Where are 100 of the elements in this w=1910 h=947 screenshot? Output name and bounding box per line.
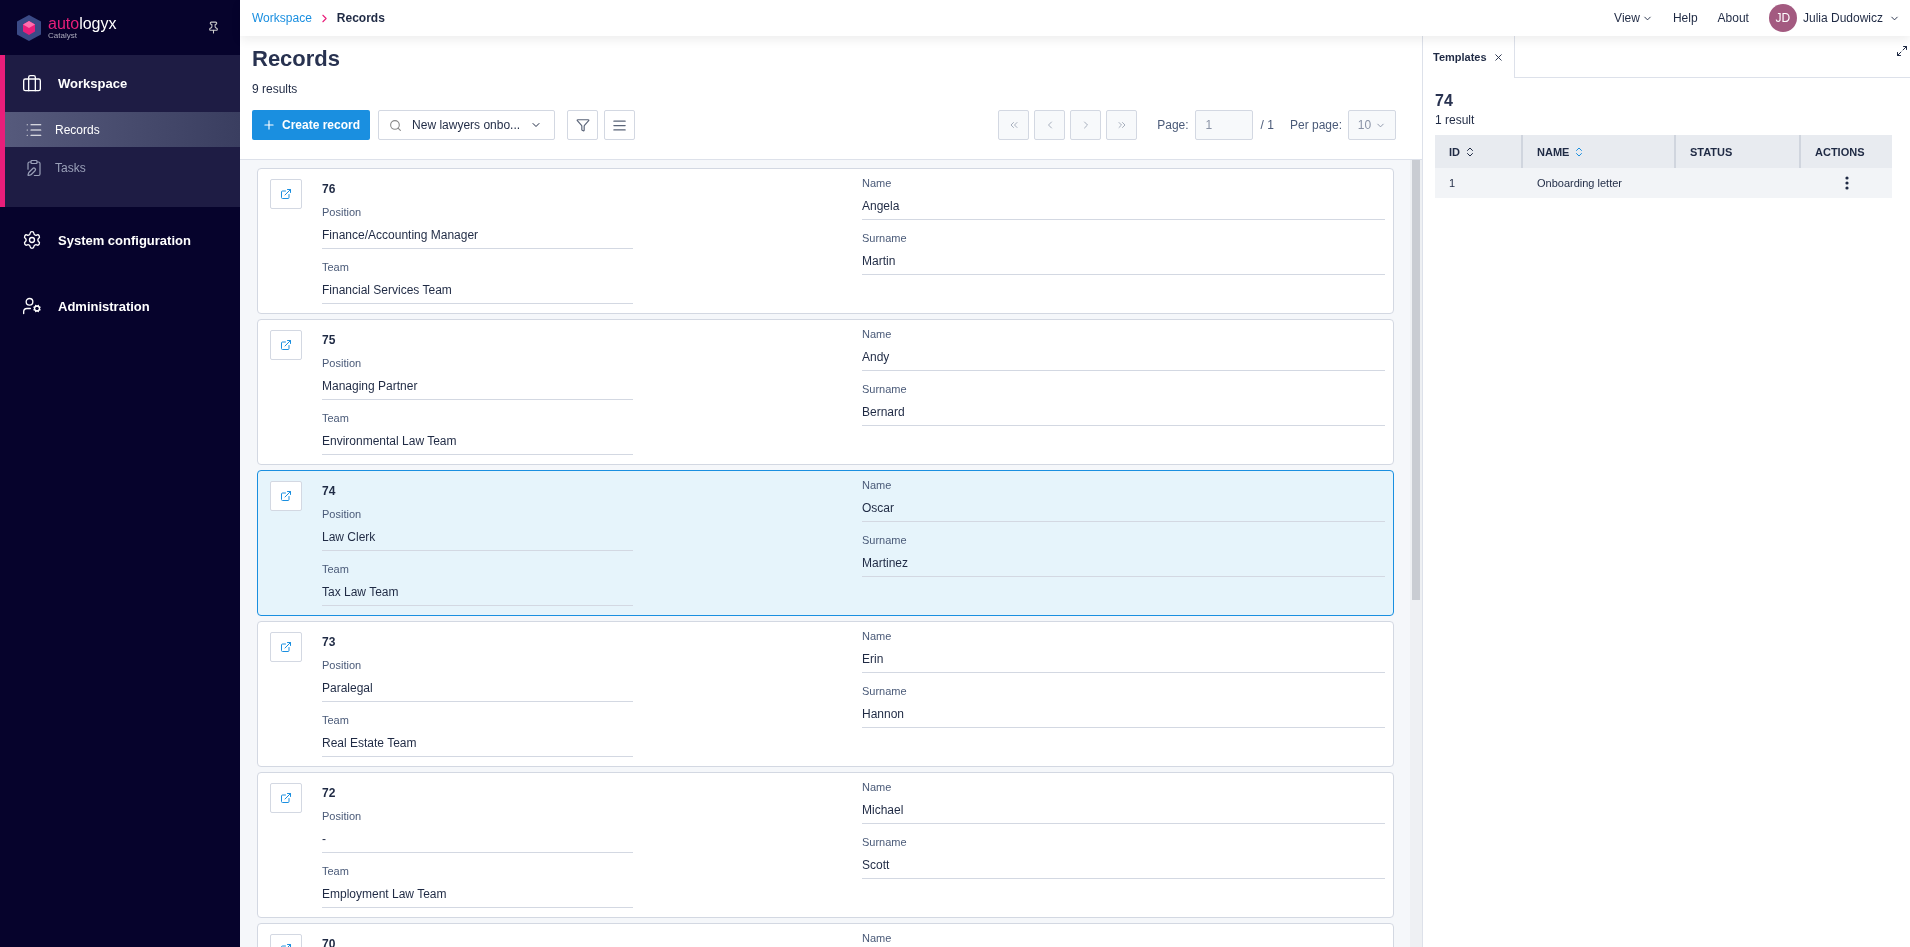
field-label: Position (322, 206, 363, 218)
open-record-button[interactable] (270, 179, 302, 209)
field-value: Tax Law Team (322, 585, 633, 606)
field-label: Surname (862, 836, 908, 848)
field-value: Andy (862, 350, 1385, 371)
nav-item[interactable]: Administration (5, 273, 240, 339)
field-label: Position (322, 357, 363, 369)
filter-button[interactable] (567, 110, 599, 140)
kebab-icon (1844, 176, 1849, 190)
open-record-button[interactable] (270, 481, 302, 511)
record-card[interactable]: 72 Position - Team Employment Law Team Name Michael Surname Scott (257, 772, 1394, 918)
field-label: Surname (862, 232, 908, 244)
logo-cube-icon (16, 13, 42, 42)
record-id: 76 (322, 182, 337, 196)
field-label: Team (322, 865, 350, 877)
sort-icon[interactable] (1464, 145, 1476, 158)
record-card[interactable]: 73 Position Paralegal Team Real Estate Team Name Erin Surname Hannon (257, 621, 1394, 767)
menu-item[interactable]: Help (1672, 11, 1698, 25)
field-value: Angela (862, 199, 1385, 220)
column-header[interactable]: ID (1435, 135, 1523, 168)
field-value: Financial Services Team (322, 283, 633, 304)
search-icon (389, 118, 403, 132)
open-record-button[interactable] (270, 783, 302, 813)
nav-item[interactable]: Workspace (5, 55, 240, 112)
field-label: Team (322, 412, 350, 424)
nav-icon (22, 73, 42, 94)
logo: autologyx Catalyst (48, 15, 117, 40)
field-value: Erin (862, 652, 1385, 673)
scrollbar[interactable] (1410, 160, 1422, 947)
menu-item[interactable]: View (1614, 11, 1653, 25)
menu-item[interactable]: About (1717, 11, 1749, 25)
record-id: 72 (322, 786, 337, 800)
field-value: Real Estate Team (322, 736, 633, 757)
pin-icon[interactable] (207, 21, 220, 34)
field-label: Name (862, 177, 893, 189)
external-link-icon (280, 792, 292, 804)
record-card[interactable]: 76 Position Finance/Accounting Manager Team Financial Services Team Name Angela Surname Martin (257, 168, 1394, 314)
breadcrumb-link[interactable]: Workspace (252, 11, 312, 25)
avatar: JD (1768, 4, 1797, 32)
chevron-icon (1115, 119, 1128, 131)
field-label: Team (322, 714, 350, 726)
plus-icon (262, 118, 276, 132)
funnel-icon (575, 118, 590, 132)
user-menu[interactable]: JD Julia Dudowicz (1768, 4, 1900, 32)
field-value: Martin (862, 254, 1385, 275)
per-page-label: Per page: (1289, 118, 1342, 132)
field-label: Name (862, 781, 893, 793)
result-count: 9 results (252, 82, 299, 96)
field-label: Team (322, 563, 350, 575)
external-link-icon (280, 641, 292, 653)
panel-title: 74 (1435, 92, 1454, 110)
field-value: Environmental Law Team (322, 434, 633, 455)
field-label: Position (322, 810, 363, 822)
field-value: Michael (862, 803, 1385, 824)
field-value: Bernard (862, 405, 1385, 426)
page-total: / 1 (1260, 118, 1274, 132)
field-value: Law Clerk (322, 530, 633, 551)
field-value: Oscar (862, 501, 1385, 522)
page-label: Page: (1157, 118, 1189, 132)
field-value: Employment Law Team (322, 887, 633, 908)
panel-count: 1 result (1435, 113, 1476, 127)
field-label: Name (862, 328, 893, 340)
field-value: Hannon (862, 707, 1385, 728)
list-view-button[interactable] (604, 110, 636, 140)
page-title: Records (252, 46, 342, 72)
record-card[interactable]: 75 Position Managing Partner Team Environmental Law Team Name Andy Surname Bernard (257, 319, 1394, 465)
field-label: Name (862, 479, 893, 491)
nav-icon (22, 296, 42, 316)
field-value: - (322, 832, 633, 853)
field-label: Name (862, 932, 893, 944)
field-label: Position (322, 659, 363, 671)
expand-icon[interactable] (1896, 45, 1908, 57)
breadcrumb-current: Records (336, 11, 385, 25)
open-record-button[interactable] (270, 632, 302, 662)
external-link-icon (280, 188, 292, 200)
record-id: 73 (322, 635, 337, 649)
close-icon[interactable] (1492, 51, 1504, 63)
field-value: Managing Partner (322, 379, 633, 400)
nav-subitem[interactable]: Tasks (5, 147, 240, 189)
lines-icon (612, 117, 628, 133)
nav-subitem[interactable]: Records (5, 112, 240, 147)
field-value: Martinez (862, 556, 1385, 577)
record-card[interactable]: 74 Position Law Clerk Team Tax Law Team Name Oscar Surname Martinez (257, 470, 1394, 616)
nav-item[interactable]: System configuration (5, 207, 240, 273)
nav-icon (22, 230, 42, 250)
field-label: Position (322, 508, 363, 520)
external-link-icon (280, 339, 292, 351)
panel-tab[interactable]: Templates (1423, 36, 1515, 78)
record-id: 74 (322, 484, 337, 498)
field-label: Team (322, 261, 350, 273)
more-actions-button[interactable] (1844, 176, 1849, 190)
column-header[interactable]: NAME (1523, 135, 1676, 168)
field-label: Surname (862, 383, 908, 395)
view-select[interactable]: New lawyers onbo... (378, 110, 556, 140)
record-id: 75 (322, 333, 337, 347)
open-record-button[interactable] (270, 330, 302, 360)
nav-icon (25, 159, 43, 177)
table-cell: Onboarding letter (1523, 168, 1676, 198)
field-label: Surname (862, 685, 908, 697)
field-value: Paralegal (322, 681, 633, 702)
